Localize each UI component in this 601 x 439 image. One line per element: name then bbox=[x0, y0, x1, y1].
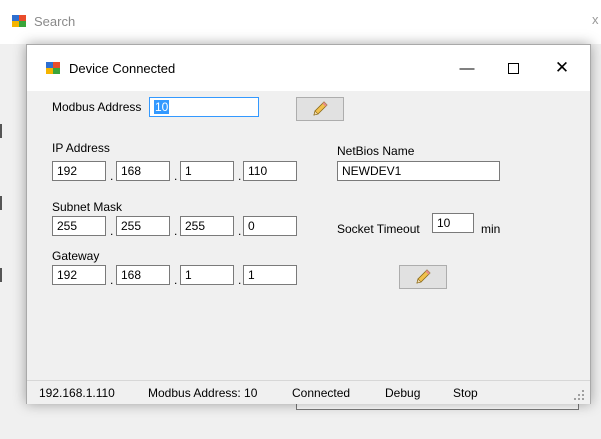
close-icon: ✕ bbox=[554, 58, 570, 77]
gateway-octet-4[interactable]: 1 bbox=[243, 265, 297, 285]
octet-separator: . bbox=[110, 224, 114, 238]
maximize-button[interactable] bbox=[490, 45, 536, 91]
octet-separator: . bbox=[174, 224, 178, 238]
ip-octet-1[interactable]: 192 bbox=[52, 161, 106, 181]
device-connected-dialog: Device Connected — ✕ Modbus Address 10 I… bbox=[26, 44, 591, 404]
netbios-name-label: NetBios Name bbox=[337, 144, 415, 158]
socket-timeout-unit: min bbox=[481, 222, 501, 236]
subnet-mask-label: Subnet Mask bbox=[52, 200, 123, 214]
search-window-close-button[interactable]: x bbox=[592, 12, 599, 27]
window-edge bbox=[0, 196, 2, 210]
minimize-icon: — bbox=[459, 59, 475, 77]
status-bar: 192.168.1.110 Modbus Address: 10 Connect… bbox=[27, 380, 590, 404]
octet-separator: . bbox=[174, 273, 178, 287]
status-ip: 192.168.1.110 bbox=[39, 386, 115, 400]
ip-octet-3[interactable]: 1 bbox=[180, 161, 234, 181]
modbus-address-input[interactable]: 10 bbox=[149, 97, 259, 117]
dialog-titlebar: Device Connected — ✕ bbox=[27, 45, 590, 91]
pencil-icon bbox=[313, 101, 328, 116]
minimize-button[interactable]: — bbox=[444, 45, 490, 91]
gateway-octet-3[interactable]: 1 bbox=[180, 265, 234, 285]
subnet-octet-4[interactable]: 0 bbox=[243, 216, 297, 236]
gateway-label: Gateway bbox=[52, 249, 100, 263]
netbios-name-input[interactable]: NEWDEV1 bbox=[337, 161, 500, 181]
ip-address-label: IP Address bbox=[52, 141, 110, 155]
dialog-title: Device Connected bbox=[69, 61, 176, 76]
app-icon bbox=[12, 15, 26, 27]
ip-octet-2[interactable]: 168 bbox=[116, 161, 170, 181]
app-icon bbox=[46, 62, 60, 74]
octet-separator: . bbox=[238, 169, 242, 183]
edit-modbus-button[interactable] bbox=[296, 97, 344, 121]
maximize-icon bbox=[507, 62, 519, 74]
debug-button[interactable]: Debug bbox=[385, 386, 420, 400]
socket-timeout-label: Socket Timeout bbox=[337, 222, 420, 236]
octet-separator: . bbox=[110, 273, 114, 287]
gateway-octet-1[interactable]: 192 bbox=[52, 265, 106, 285]
window-edge bbox=[0, 268, 2, 282]
window-edge bbox=[0, 124, 2, 138]
search-window-title: Search bbox=[34, 14, 76, 29]
search-window-titlebar: Search x bbox=[0, 0, 601, 44]
octet-separator: . bbox=[238, 224, 242, 238]
ip-octet-4[interactable]: 110 bbox=[243, 161, 297, 181]
octet-separator: . bbox=[174, 169, 178, 183]
gateway-octet-2[interactable]: 168 bbox=[116, 265, 170, 285]
octet-separator: . bbox=[238, 273, 242, 287]
resize-grip[interactable] bbox=[574, 390, 586, 402]
stop-button[interactable]: Stop bbox=[453, 386, 478, 400]
subnet-octet-2[interactable]: 255 bbox=[116, 216, 170, 236]
socket-timeout-input[interactable]: 10 bbox=[432, 213, 474, 233]
octet-separator: . bbox=[110, 169, 114, 183]
subnet-octet-1[interactable]: 255 bbox=[52, 216, 106, 236]
modbus-address-value: 10 bbox=[154, 100, 170, 114]
close-button[interactable]: ✕ bbox=[539, 45, 585, 91]
subnet-octet-3[interactable]: 255 bbox=[180, 216, 234, 236]
edit-network-button[interactable] bbox=[399, 265, 447, 289]
modbus-address-label: Modbus Address bbox=[52, 100, 142, 114]
status-connection: Connected bbox=[292, 386, 351, 400]
status-modbus-address: Modbus Address: 10 bbox=[148, 386, 258, 400]
pencil-icon bbox=[416, 269, 431, 284]
